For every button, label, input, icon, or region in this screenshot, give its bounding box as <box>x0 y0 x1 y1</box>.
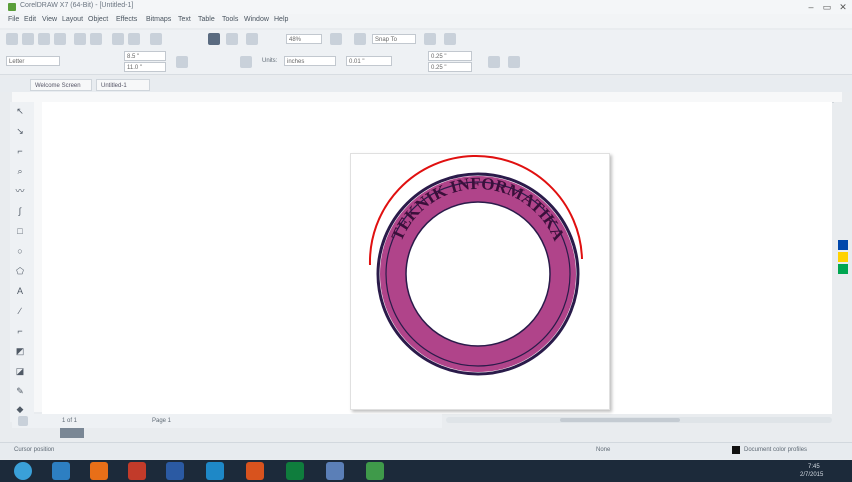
page-tab[interactable]: Page 1 <box>152 418 171 424</box>
cut-button[interactable] <box>54 33 66 45</box>
color-profile-text[interactable]: Document color profiles <box>744 447 807 453</box>
taskbar-word[interactable] <box>166 462 184 480</box>
crop-tool-icon[interactable]: ⌐ <box>14 146 26 156</box>
tab-welcome-screen[interactable]: Welcome Screen <box>30 79 92 91</box>
menu-edit[interactable]: Edit <box>24 16 36 23</box>
palette-swatch-green[interactable] <box>838 264 848 274</box>
status-bar <box>0 442 852 459</box>
page-thumbnail[interactable] <box>60 428 84 438</box>
paste-button[interactable] <box>90 33 102 45</box>
copy-button[interactable] <box>74 33 86 45</box>
logo-artwork[interactable]: TEKNIK INFORMATIKA <box>350 153 608 408</box>
polygon-tool-icon[interactable]: ⬠ <box>14 266 26 276</box>
taskbar-powerpoint[interactable] <box>246 462 264 480</box>
app-logo-icon <box>8 3 16 11</box>
artistic-media-tool-icon[interactable]: ∫ <box>14 206 26 216</box>
pick-tool-icon[interactable]: ↖ <box>14 106 26 116</box>
menu-text[interactable]: Text <box>178 16 191 23</box>
current-page-button[interactable] <box>508 56 520 68</box>
menu-effects[interactable]: Effects <box>116 16 137 23</box>
freehand-tool-icon[interactable]: 〰 <box>14 186 26 196</box>
page-height-field[interactable]: 11.0 " <box>124 62 166 72</box>
first-page-button[interactable] <box>18 416 28 426</box>
units-label: Units: <box>262 58 278 64</box>
rectangle-tool-icon[interactable]: □ <box>14 226 26 236</box>
search-content-button[interactable] <box>150 33 162 45</box>
shape-tool-icon[interactable]: ↘ <box>14 126 26 136</box>
duplicate-distance-x-field[interactable]: 0.25 " <box>428 51 472 61</box>
palette-swatch-blue[interactable] <box>838 240 848 250</box>
window-title: CorelDRAW X7 (64-Bit) - [Untitled-1] <box>20 2 134 9</box>
page-position: 1 of 1 <box>62 418 78 424</box>
menu-help[interactable]: Help <box>274 16 288 23</box>
close-button[interactable]: ✕ <box>836 1 850 13</box>
options-button[interactable] <box>424 33 436 45</box>
outline-color-swatch[interactable] <box>732 446 740 454</box>
menu-bitmaps[interactable]: Bitmaps <box>146 16 171 23</box>
eyedropper-tool-icon[interactable]: ✎ <box>14 386 26 396</box>
taskbar-app[interactable] <box>206 462 224 480</box>
page-size-dropdown[interactable]: Letter <box>6 56 60 66</box>
minimize-button[interactable]: ‒ <box>804 1 818 13</box>
fill-status: None <box>596 447 611 453</box>
transparency-tool-icon[interactable]: ◪ <box>14 366 26 376</box>
duplicate-distance-y-field[interactable]: 0.25 " <box>428 62 472 72</box>
clock-date[interactable]: 2/7/2015 <box>800 472 823 478</box>
horizontal-scroll-thumb[interactable] <box>560 418 680 422</box>
ring-center-hole <box>405 201 551 347</box>
import-button[interactable] <box>208 33 220 45</box>
menu-window[interactable]: Window <box>244 16 269 23</box>
page-width-field[interactable]: 8.5 " <box>124 51 166 61</box>
ellipse-tool-icon[interactable]: ○ <box>14 246 26 256</box>
clock-time[interactable]: 7:45 <box>808 464 820 470</box>
text-tool-icon[interactable]: A <box>14 286 26 296</box>
open-button[interactable] <box>22 33 34 45</box>
start-button[interactable] <box>14 462 32 480</box>
fill-tool-icon[interactable]: ◆ <box>14 404 26 414</box>
palette-swatch-yellow[interactable] <box>838 252 848 262</box>
save-button[interactable] <box>38 33 50 45</box>
tab-untitled-1[interactable]: Untitled-1 <box>96 79 150 91</box>
taskbar-excel[interactable] <box>286 462 304 480</box>
taskbar-coreldraw[interactable] <box>366 462 384 480</box>
zoom-level-field[interactable]: 48% <box>286 34 322 44</box>
taskbar-media[interactable] <box>90 462 108 480</box>
redo-button[interactable] <box>128 33 140 45</box>
publish-pdf-button[interactable] <box>246 33 258 45</box>
taskbar-browser[interactable] <box>128 462 146 480</box>
snap-to-dropdown[interactable]: Snap To <box>372 34 416 44</box>
parallel-dimension-tool-icon[interactable]: ∕ <box>14 306 26 316</box>
menu-tools[interactable]: Tools <box>222 16 238 23</box>
nudge-distance-field[interactable]: 0.01 " <box>346 56 392 66</box>
zoom-tool-icon[interactable]: ⌕ <box>14 166 26 176</box>
menu-file[interactable]: File <box>8 16 19 23</box>
undo-button[interactable] <box>112 33 124 45</box>
landscape-button[interactable] <box>240 56 252 68</box>
menu-view[interactable]: View <box>42 16 57 23</box>
connector-tool-icon[interactable]: ⌐ <box>14 326 26 336</box>
menu-layout[interactable]: Layout <box>62 16 83 23</box>
export-button[interactable] <box>226 33 238 45</box>
all-pages-button[interactable] <box>488 56 500 68</box>
taskbar-corel[interactable] <box>326 462 344 480</box>
drop-shadow-tool-icon[interactable]: ◩ <box>14 346 26 356</box>
units-dropdown[interactable]: inches <box>284 56 336 66</box>
new-document-button[interactable] <box>6 33 18 45</box>
taskbar-explorer[interactable] <box>52 462 70 480</box>
color-palette <box>834 102 852 422</box>
menu-table[interactable]: Table <box>198 16 215 23</box>
launch-button[interactable] <box>444 33 456 45</box>
full-screen-button[interactable] <box>330 33 342 45</box>
portrait-button[interactable] <box>176 56 188 68</box>
cursor-position-text: Cursor position <box>14 447 55 453</box>
maximize-button[interactable]: ▭ <box>820 1 834 13</box>
menu-object[interactable]: Object <box>88 16 108 23</box>
rulers-button[interactable] <box>354 33 366 45</box>
